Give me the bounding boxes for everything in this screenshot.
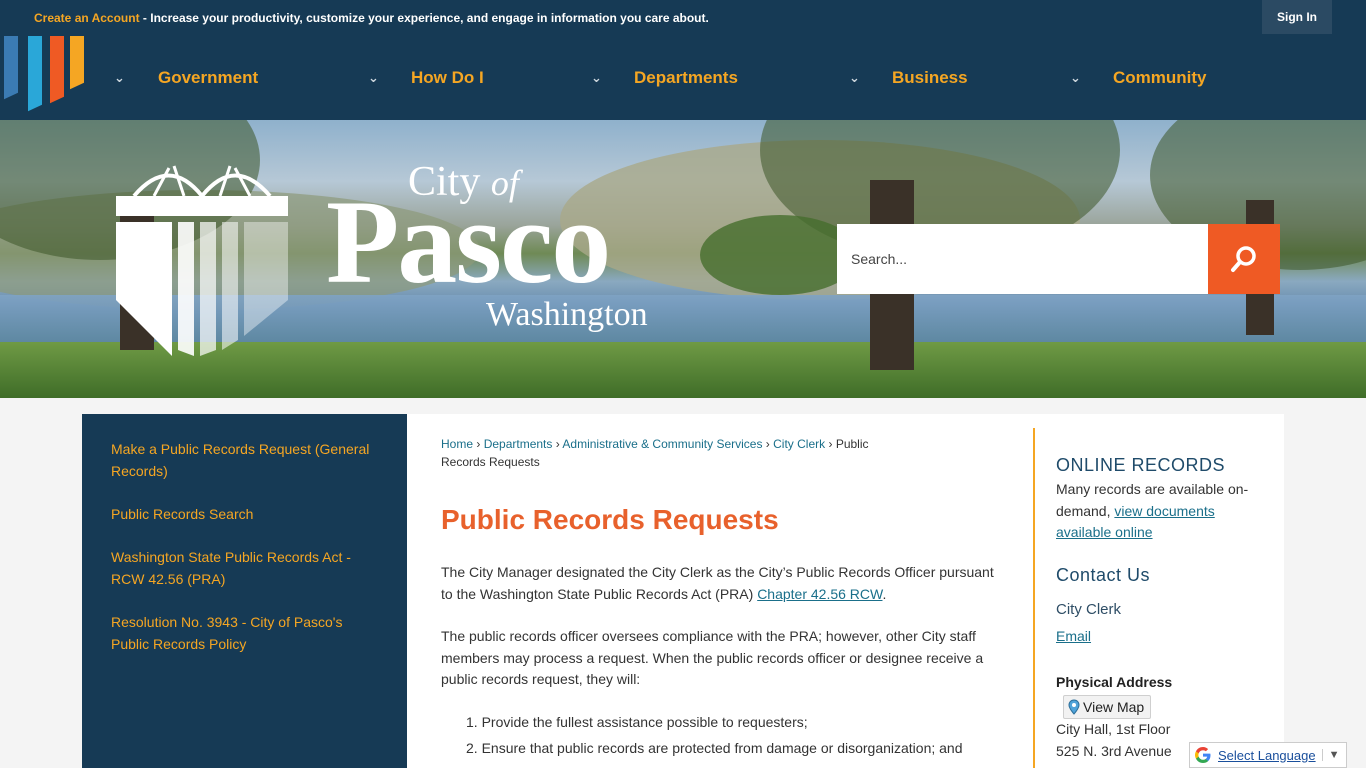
email-link[interactable]: Email — [1056, 628, 1091, 644]
breadcrumb-sep: › — [552, 437, 563, 451]
duties-list: 1. Provide the fullest assistance possib… — [466, 712, 1006, 764]
brand-pasco[interactable]: Pasco — [326, 182, 611, 302]
select-language-link[interactable]: Select Language — [1218, 748, 1316, 763]
sidebar-link-resolution[interactable]: Resolution No. 3943 - City of Pasco's Pu… — [111, 611, 371, 655]
top-bar: Create an Account - Increase your produc… — [0, 0, 1366, 36]
sidebar-link-pra[interactable]: Washington State Public Records Act - RC… — [111, 546, 371, 590]
sidebar-link-search[interactable]: Public Records Search — [111, 503, 371, 525]
breadcrumb-departments[interactable]: Departments — [484, 437, 553, 451]
search-icon[interactable] — [1229, 244, 1259, 274]
view-map-button[interactable]: View Map — [1063, 695, 1151, 719]
nav-how-do-i[interactable]: ⌄ How Do I — [368, 36, 484, 120]
nav-label[interactable]: How Do I — [411, 68, 484, 88]
address-line-1: City Hall, 1st Floor — [1056, 721, 1171, 737]
breadcrumb-clerk[interactable]: City Clerk — [773, 437, 825, 451]
column-divider — [1033, 428, 1035, 768]
tree-foliage — [700, 215, 860, 295]
logo-stripes-icon[interactable] — [0, 36, 90, 120]
sidebar: Make a Public Records Request (General R… — [82, 414, 407, 768]
breadcrumb-sep: › — [473, 437, 484, 451]
brand-washington[interactable]: Washington — [486, 296, 648, 334]
google-g-icon — [1195, 747, 1211, 763]
page-title: Public Records Requests — [441, 504, 779, 535]
create-account-link[interactable]: Create an Account — [34, 11, 140, 25]
contact-name: City Clerk — [1056, 601, 1122, 618]
city-emblem-icon[interactable] — [114, 160, 290, 356]
chevron-down-icon[interactable]: ⌄ — [114, 70, 134, 86]
breadcrumb: Home › Departments › Administrative & Co… — [441, 435, 911, 471]
top-bar-text: - Increase your productivity, customize … — [139, 11, 709, 25]
oversight-paragraph: The public records officer oversees comp… — [441, 628, 984, 687]
nav-label[interactable]: Business — [892, 68, 968, 88]
nav-label[interactable]: Government — [158, 68, 258, 88]
intro-paragraph: The City Manager designated the City Cle… — [441, 562, 1006, 605]
online-records-heading: ONLINE RECORDS — [1056, 455, 1226, 475]
nav-government[interactable]: ⌄ Government — [114, 36, 258, 120]
breadcrumb-sep: › — [762, 437, 774, 451]
intro-end: . — [882, 585, 887, 602]
top-bar-message: Create an Account - Increase your produc… — [34, 11, 709, 25]
nav-business[interactable]: ⌄ Business — [849, 36, 968, 120]
intro-text: The City Manager designated the City Cle… — [441, 564, 994, 602]
main-nav: ⌄ Government ⌄ How Do I ⌄ Departments ⌄ … — [0, 36, 1366, 120]
view-map-label[interactable]: View Map — [1083, 699, 1144, 715]
contact-us-heading: Contact Us — [1056, 565, 1151, 585]
rcw-link[interactable]: Chapter 42.56 RCW — [757, 586, 882, 602]
sign-in-button[interactable]: Sign In — [1262, 0, 1332, 34]
list-item: 1. Provide the fullest assistance possib… — [466, 714, 808, 730]
nav-label[interactable]: Departments — [634, 68, 738, 88]
email-row: Email — [1056, 626, 1266, 648]
nav-label[interactable]: Community — [1113, 68, 1207, 88]
chevron-down-icon[interactable]: ⌄ — [368, 70, 388, 86]
chevron-down-icon[interactable]: ⌄ — [849, 70, 869, 86]
search-button[interactable] — [1208, 224, 1280, 294]
breadcrumb-home[interactable]: Home — [441, 437, 473, 451]
chevron-down-icon[interactable]: ⌄ — [1070, 70, 1090, 86]
sidebar-link-request[interactable]: Make a Public Records Request (General R… — [111, 438, 371, 482]
physical-address-label: Physical Address — [1056, 674, 1173, 690]
nav-departments[interactable]: ⌄ Departments — [591, 36, 738, 120]
online-records-text: Many records are available on-demand, vi… — [1056, 479, 1266, 544]
map-pin-icon[interactable] — [1068, 699, 1080, 715]
nav-community[interactable]: ⌄ Community — [1070, 36, 1207, 120]
search-input[interactable] — [837, 224, 1209, 294]
google-translate-widget[interactable]: Select Language ▼ — [1189, 742, 1347, 768]
list-item: 2. Ensure that public records are protec… — [466, 740, 963, 756]
breadcrumb-sep: › — [825, 437, 836, 451]
breadcrumb-admin[interactable]: Administrative & Community Services — [562, 437, 762, 451]
dropdown-arrow-icon[interactable]: ▼ — [1321, 749, 1339, 761]
chevron-down-icon[interactable]: ⌄ — [591, 70, 611, 86]
